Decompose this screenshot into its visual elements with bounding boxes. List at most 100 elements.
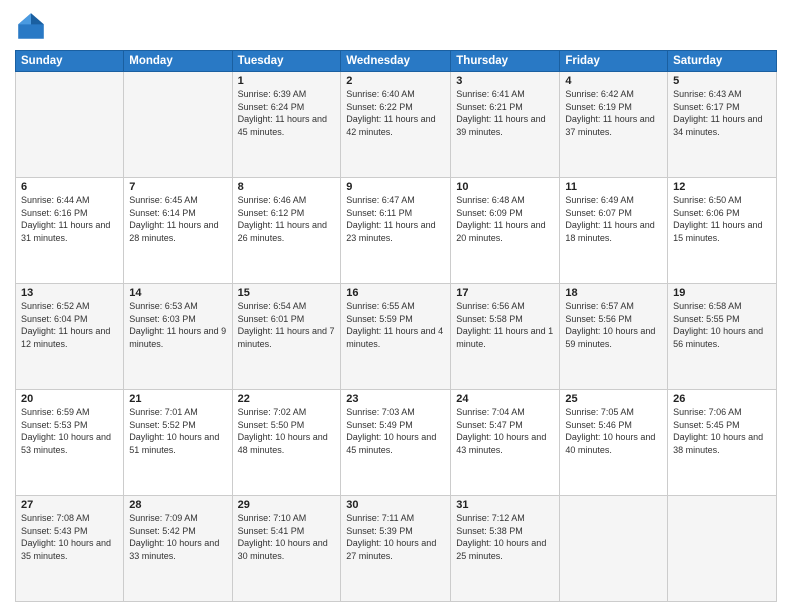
day-number: 7 — [129, 181, 226, 193]
calendar-cell: 17Sunrise: 6:56 AM Sunset: 5:58 PM Dayli… — [451, 284, 560, 390]
day-number: 8 — [238, 181, 336, 193]
day-number: 2 — [346, 75, 445, 87]
day-number: 15 — [238, 287, 336, 299]
calendar-cell: 30Sunrise: 7:11 AM Sunset: 5:39 PM Dayli… — [341, 496, 451, 602]
weekday-header-monday: Monday — [124, 51, 232, 72]
day-number: 13 — [21, 287, 118, 299]
logo — [15, 10, 51, 42]
weekday-header-tuesday: Tuesday — [232, 51, 341, 72]
day-number: 12 — [673, 181, 771, 193]
weekday-header-saturday: Saturday — [668, 51, 777, 72]
day-info: Sunrise: 6:53 AM Sunset: 6:03 PM Dayligh… — [129, 300, 226, 350]
logo-icon — [15, 10, 47, 42]
calendar-cell — [560, 496, 668, 602]
header-row: SundayMondayTuesdayWednesdayThursdayFrid… — [16, 51, 777, 72]
day-info: Sunrise: 7:08 AM Sunset: 5:43 PM Dayligh… — [21, 512, 118, 562]
calendar-cell: 9Sunrise: 6:47 AM Sunset: 6:11 PM Daylig… — [341, 178, 451, 284]
calendar-cell: 23Sunrise: 7:03 AM Sunset: 5:49 PM Dayli… — [341, 390, 451, 496]
weekday-header-thursday: Thursday — [451, 51, 560, 72]
day-info: Sunrise: 7:03 AM Sunset: 5:49 PM Dayligh… — [346, 406, 445, 456]
calendar-cell: 25Sunrise: 7:05 AM Sunset: 5:46 PM Dayli… — [560, 390, 668, 496]
day-number: 30 — [346, 499, 445, 511]
day-number: 22 — [238, 393, 336, 405]
week-row-2: 6Sunrise: 6:44 AM Sunset: 6:16 PM Daylig… — [16, 178, 777, 284]
day-number: 11 — [565, 181, 662, 193]
day-info: Sunrise: 6:54 AM Sunset: 6:01 PM Dayligh… — [238, 300, 336, 350]
day-number: 10 — [456, 181, 554, 193]
calendar-table: SundayMondayTuesdayWednesdayThursdayFrid… — [15, 50, 777, 602]
day-number: 26 — [673, 393, 771, 405]
calendar-cell: 12Sunrise: 6:50 AM Sunset: 6:06 PM Dayli… — [668, 178, 777, 284]
day-info: Sunrise: 6:41 AM Sunset: 6:21 PM Dayligh… — [456, 88, 554, 138]
day-info: Sunrise: 7:10 AM Sunset: 5:41 PM Dayligh… — [238, 512, 336, 562]
day-info: Sunrise: 6:44 AM Sunset: 6:16 PM Dayligh… — [21, 194, 118, 244]
day-info: Sunrise: 7:09 AM Sunset: 5:42 PM Dayligh… — [129, 512, 226, 562]
calendar-cell: 1Sunrise: 6:39 AM Sunset: 6:24 PM Daylig… — [232, 72, 341, 178]
day-info: Sunrise: 6:55 AM Sunset: 5:59 PM Dayligh… — [346, 300, 445, 350]
week-row-4: 20Sunrise: 6:59 AM Sunset: 5:53 PM Dayli… — [16, 390, 777, 496]
calendar-cell: 20Sunrise: 6:59 AM Sunset: 5:53 PM Dayli… — [16, 390, 124, 496]
day-number: 14 — [129, 287, 226, 299]
day-number: 4 — [565, 75, 662, 87]
page: SundayMondayTuesdayWednesdayThursdayFrid… — [0, 0, 792, 612]
calendar-cell: 27Sunrise: 7:08 AM Sunset: 5:43 PM Dayli… — [16, 496, 124, 602]
day-info: Sunrise: 7:06 AM Sunset: 5:45 PM Dayligh… — [673, 406, 771, 456]
weekday-header-sunday: Sunday — [16, 51, 124, 72]
calendar-cell: 11Sunrise: 6:49 AM Sunset: 6:07 PM Dayli… — [560, 178, 668, 284]
calendar-cell: 31Sunrise: 7:12 AM Sunset: 5:38 PM Dayli… — [451, 496, 560, 602]
day-info: Sunrise: 6:40 AM Sunset: 6:22 PM Dayligh… — [346, 88, 445, 138]
calendar-cell: 13Sunrise: 6:52 AM Sunset: 6:04 PM Dayli… — [16, 284, 124, 390]
day-info: Sunrise: 6:57 AM Sunset: 5:56 PM Dayligh… — [565, 300, 662, 350]
day-number: 28 — [129, 499, 226, 511]
day-info: Sunrise: 6:58 AM Sunset: 5:55 PM Dayligh… — [673, 300, 771, 350]
day-number: 3 — [456, 75, 554, 87]
day-info: Sunrise: 6:49 AM Sunset: 6:07 PM Dayligh… — [565, 194, 662, 244]
calendar-cell: 28Sunrise: 7:09 AM Sunset: 5:42 PM Dayli… — [124, 496, 232, 602]
calendar-cell: 7Sunrise: 6:45 AM Sunset: 6:14 PM Daylig… — [124, 178, 232, 284]
calendar-cell: 19Sunrise: 6:58 AM Sunset: 5:55 PM Dayli… — [668, 284, 777, 390]
day-info: Sunrise: 7:12 AM Sunset: 5:38 PM Dayligh… — [456, 512, 554, 562]
day-info: Sunrise: 6:47 AM Sunset: 6:11 PM Dayligh… — [346, 194, 445, 244]
day-number: 5 — [673, 75, 771, 87]
calendar-cell: 16Sunrise: 6:55 AM Sunset: 5:59 PM Dayli… — [341, 284, 451, 390]
calendar-cell: 21Sunrise: 7:01 AM Sunset: 5:52 PM Dayli… — [124, 390, 232, 496]
day-number: 23 — [346, 393, 445, 405]
header — [15, 10, 777, 42]
day-info: Sunrise: 6:50 AM Sunset: 6:06 PM Dayligh… — [673, 194, 771, 244]
calendar-cell: 29Sunrise: 7:10 AM Sunset: 5:41 PM Dayli… — [232, 496, 341, 602]
calendar-cell: 18Sunrise: 6:57 AM Sunset: 5:56 PM Dayli… — [560, 284, 668, 390]
calendar-cell — [16, 72, 124, 178]
calendar-cell — [124, 72, 232, 178]
day-number: 1 — [238, 75, 336, 87]
day-info: Sunrise: 6:46 AM Sunset: 6:12 PM Dayligh… — [238, 194, 336, 244]
day-number: 27 — [21, 499, 118, 511]
day-number: 19 — [673, 287, 771, 299]
day-info: Sunrise: 6:48 AM Sunset: 6:09 PM Dayligh… — [456, 194, 554, 244]
weekday-header-friday: Friday — [560, 51, 668, 72]
calendar-cell: 8Sunrise: 6:46 AM Sunset: 6:12 PM Daylig… — [232, 178, 341, 284]
day-number: 17 — [456, 287, 554, 299]
day-info: Sunrise: 6:43 AM Sunset: 6:17 PM Dayligh… — [673, 88, 771, 138]
day-info: Sunrise: 6:52 AM Sunset: 6:04 PM Dayligh… — [21, 300, 118, 350]
day-info: Sunrise: 6:59 AM Sunset: 5:53 PM Dayligh… — [21, 406, 118, 456]
day-info: Sunrise: 6:42 AM Sunset: 6:19 PM Dayligh… — [565, 88, 662, 138]
calendar-cell: 14Sunrise: 6:53 AM Sunset: 6:03 PM Dayli… — [124, 284, 232, 390]
day-number: 9 — [346, 181, 445, 193]
calendar-cell: 5Sunrise: 6:43 AM Sunset: 6:17 PM Daylig… — [668, 72, 777, 178]
calendar-cell: 3Sunrise: 6:41 AM Sunset: 6:21 PM Daylig… — [451, 72, 560, 178]
day-number: 6 — [21, 181, 118, 193]
weekday-header-wednesday: Wednesday — [341, 51, 451, 72]
day-info: Sunrise: 7:01 AM Sunset: 5:52 PM Dayligh… — [129, 406, 226, 456]
day-number: 29 — [238, 499, 336, 511]
day-number: 24 — [456, 393, 554, 405]
calendar-cell: 2Sunrise: 6:40 AM Sunset: 6:22 PM Daylig… — [341, 72, 451, 178]
week-row-3: 13Sunrise: 6:52 AM Sunset: 6:04 PM Dayli… — [16, 284, 777, 390]
calendar-cell — [668, 496, 777, 602]
day-number: 20 — [21, 393, 118, 405]
day-info: Sunrise: 6:45 AM Sunset: 6:14 PM Dayligh… — [129, 194, 226, 244]
day-info: Sunrise: 6:39 AM Sunset: 6:24 PM Dayligh… — [238, 88, 336, 138]
day-number: 25 — [565, 393, 662, 405]
calendar-cell: 6Sunrise: 6:44 AM Sunset: 6:16 PM Daylig… — [16, 178, 124, 284]
day-info: Sunrise: 7:05 AM Sunset: 5:46 PM Dayligh… — [565, 406, 662, 456]
day-number: 21 — [129, 393, 226, 405]
